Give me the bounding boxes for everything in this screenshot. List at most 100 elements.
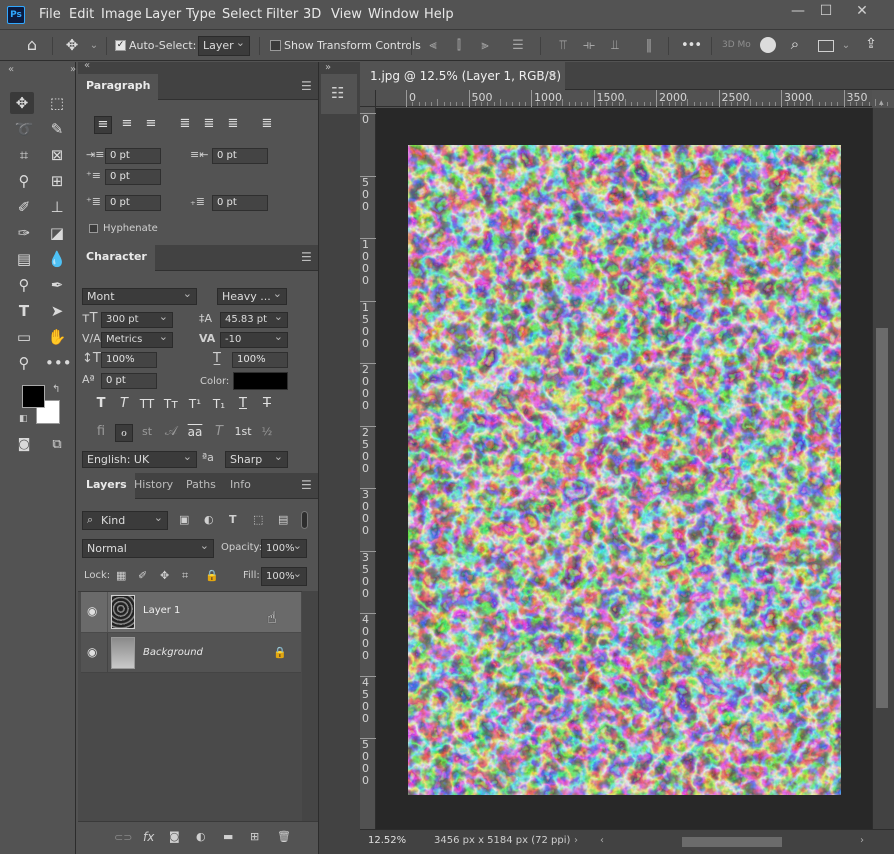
maximize-button[interactable]: ☐ [808,0,844,24]
small-caps-button[interactable]: Tт [162,396,180,412]
menu-type[interactable]: Type [182,0,220,30]
expand-dock-icon[interactable]: » [325,62,331,73]
language-dropdown[interactable]: English: UK [82,449,197,468]
justify-all-icon[interactable]: ≣ [258,116,276,132]
baseline-shift-field[interactable]: 0 pt [101,373,157,389]
underline-button[interactable]: T [234,396,252,412]
swap-colors-icon[interactable]: ↰ [52,384,60,395]
blend-mode-dropdown[interactable]: Normal [82,537,214,558]
filter-smart-object-icon[interactable]: ▤ [278,513,288,527]
opacity-field[interactable]: 100% [261,537,307,558]
align-right-edges-icon[interactable]: ⫸ [476,39,494,53]
tracking-dropdown[interactable]: -10 [220,330,288,348]
link-layers-icon[interactable]: ⊂⊃ [114,831,132,845]
crop-tool-icon[interactable]: ⌗ [12,144,36,166]
menu-view[interactable]: View [327,0,366,30]
menu-filter[interactable]: Filter [262,0,302,30]
vertical-scroll-thumb[interactable] [876,328,888,708]
more-tools-icon[interactable]: ••• [45,352,72,374]
fill-field[interactable]: 100% [261,565,307,586]
subscript-button[interactable]: T₁ [210,396,228,412]
menu-select[interactable]: Select [218,0,266,30]
tab-paragraph[interactable]: Paragraph [78,74,159,100]
lock-transparent-pixels-icon[interactable]: ▦ [116,569,126,583]
text-color-swatch[interactable] [233,372,288,390]
font-size-field[interactable]: 300 pt [101,310,173,328]
filter-shape-icon[interactable]: ⬚ [253,513,263,527]
filter-toggle-switch[interactable] [301,511,308,529]
pen-tool-icon[interactable]: ✒ [45,274,69,296]
quick-selection-tool-icon[interactable]: ✎ [45,118,69,140]
close-window-button[interactable]: ✕ [844,0,880,24]
new-adjustment-layer-icon[interactable]: ◐ [196,830,206,844]
distribute-horizontal-icon[interactable]: ‖ [640,39,658,53]
delete-layer-icon[interactable]: 🗑 [277,830,291,844]
default-colors-icon[interactable]: ◧ [19,414,28,424]
zoom-tool-icon[interactable]: ⚲ [12,352,36,374]
eraser-tool-icon[interactable]: ◪ [45,222,69,244]
frame-tool-icon[interactable]: ⊠ [45,144,69,166]
justify-last-right-icon[interactable]: ≣ [224,116,242,132]
layer-style-fx-icon[interactable]: fx [143,830,154,844]
menu-window[interactable]: Window [364,0,423,30]
workspace-icon[interactable] [818,40,834,52]
tab-history[interactable]: History [126,473,181,499]
type-tool-icon[interactable]: T [12,300,36,322]
new-group-icon[interactable]: ▬ [223,830,233,844]
discretionary-ligatures-button[interactable]: st [138,424,156,440]
justify-last-left-icon[interactable]: ≣ [176,116,194,132]
antialias-dropdown[interactable]: Sharp [225,449,288,468]
indent-first-line-field[interactable]: 0 pt [105,169,161,185]
lock-artboard-icon[interactable]: ⌗ [182,569,188,583]
move-tool-icon[interactable]: ✥ [10,92,34,114]
filter-pixel-icon[interactable]: ▣ [179,513,189,527]
indent-left-field[interactable]: 0 pt [105,148,161,164]
font-family-dropdown[interactable]: Mont [82,286,197,305]
preset-chevron-down-icon[interactable]: ⌄ [88,39,100,53]
swash-button[interactable]: 𝒜 [162,424,180,440]
close-document-icon[interactable]: ✕ [548,62,557,90]
properties-panel-button[interactable]: ☷ [321,74,357,114]
titling-alternates-button[interactable]: T [210,424,228,440]
lock-position-icon[interactable]: ✥ [160,569,169,583]
quick-mask-icon[interactable]: ◙ [12,434,36,456]
layer-row-layer-1[interactable]: ◉ Layer 1 ☝ [81,592,301,632]
all-caps-button[interactable]: TT [138,396,156,412]
add-mask-icon[interactable]: ◙ [169,830,180,844]
stylistic-alternates-button[interactable]: aa [186,424,204,440]
lasso-tool-icon[interactable]: ➰ [12,118,36,140]
align-vertical-centers-icon[interactable]: ⟛ [580,39,598,53]
marquee-tool-icon[interactable]: ⬚ [45,92,69,114]
filter-adjustment-icon[interactable]: ◐ [204,513,214,527]
filter-kind-dropdown[interactable]: Kind [82,509,168,530]
hyphenate-checkbox[interactable] [89,224,98,233]
menu-image[interactable]: Image [97,0,146,30]
tab-paths[interactable]: Paths [178,473,224,499]
align-left-edges-icon[interactable]: ⫷ [424,39,442,53]
clone-stamp-tool-icon[interactable]: ⊥ [45,196,69,218]
superscript-button[interactable]: T¹ [186,396,204,412]
workspace-chevron-icon[interactable]: ⌄ [840,39,852,53]
standard-ligatures-button[interactable]: ﬁ [92,424,110,440]
home-icon[interactable]: ⌂ [22,37,42,53]
menu-layer[interactable]: Layer [141,0,185,30]
align-right-text-icon[interactable]: ≡ [142,116,160,132]
align-horizontal-centers-icon[interactable]: ⫿ [450,39,468,53]
scroll-right-icon[interactable]: › [860,835,864,846]
hand-tool-icon[interactable]: ✋ [45,326,69,348]
space-before-field[interactable]: 0 pt [105,195,161,211]
foreground-color-swatch[interactable] [22,385,45,408]
history-brush-tool-icon[interactable]: ✑ [12,222,36,244]
tab-info[interactable]: Info [222,473,259,499]
kerning-dropdown[interactable]: Metrics [101,330,173,348]
brush-tool-icon[interactable]: ✐ [12,196,36,218]
document-tab[interactable]: 1.jpg @ 12.5% (Layer 1, RGB/8) * ✕ [360,62,565,111]
tab-character[interactable]: Character [78,245,155,271]
layers-panel-menu-icon[interactable]: ☰ [301,479,313,491]
paragraph-panel-menu-icon[interactable]: ☰ [301,80,313,92]
eyedropper-tool-icon[interactable]: ⚲ [12,170,36,192]
new-layer-icon[interactable]: ⊞ [250,830,259,844]
collapse-tools-icon[interactable]: « [8,64,14,75]
search-icon[interactable]: ⌕ [786,37,804,52]
vertical-scrollbar[interactable]: ▴ [872,98,894,829]
